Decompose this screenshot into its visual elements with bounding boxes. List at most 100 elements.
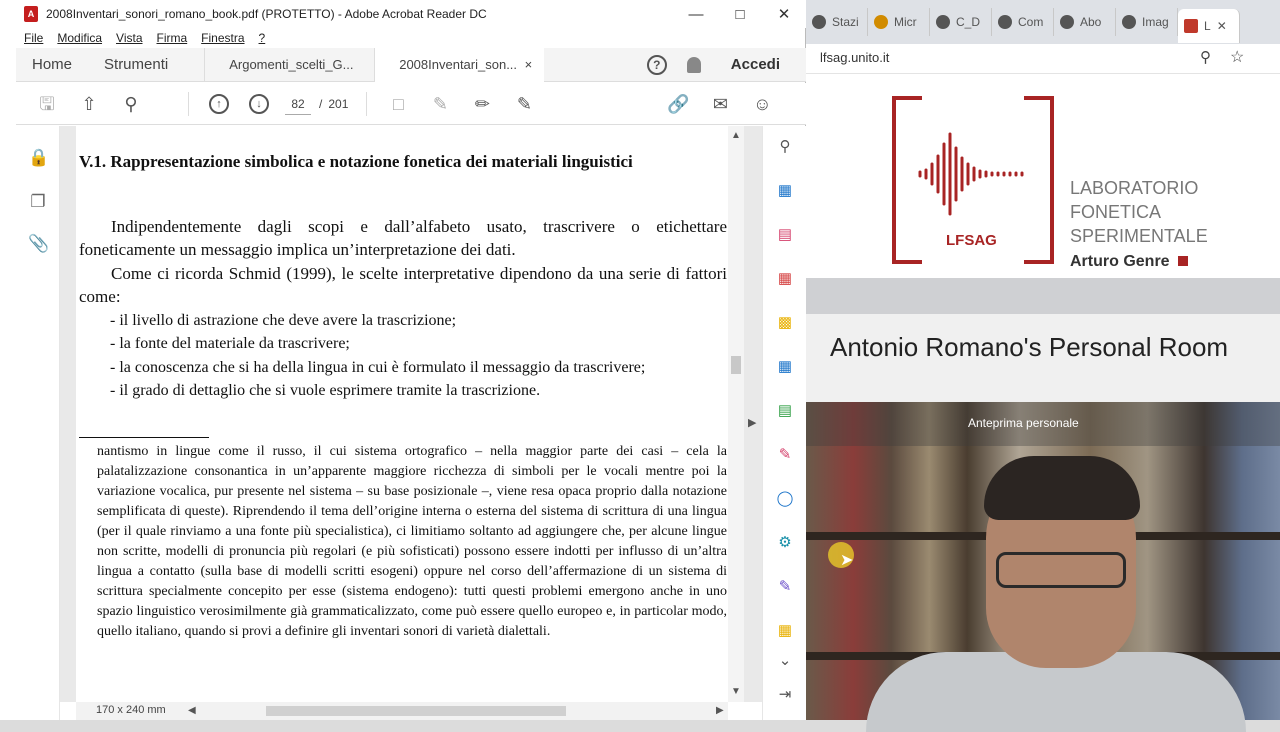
draw-icon[interactable]: ✏ <box>471 93 493 115</box>
prev-page-icon[interactable]: ↑ <box>209 93 229 114</box>
cloud-upload-icon[interactable]: ⇧ <box>78 93 100 115</box>
highlight-pen-icon[interactable]: ✎ <box>429 93 451 115</box>
scroll-down-icon[interactable]: ▼ <box>731 686 741 697</box>
lab-name-line: SPERIMENTALE <box>1070 226 1208 246</box>
browser-tab[interactable]: C_D <box>930 8 992 36</box>
browser-tab[interactable]: Stazi <box>806 8 868 36</box>
pdf-page: V.1. Rappresentazione simbolica e notazi… <box>76 126 742 702</box>
page-size-label: 170 x 240 mm <box>96 704 166 716</box>
maximize-icon[interactable]: □ <box>718 6 762 23</box>
scroll-right-icon[interactable]: ▶ <box>716 705 724 716</box>
address-bar[interactable]: lfsag.unito.it ⚲ ☆ <box>806 44 1280 74</box>
vertical-scrollbar[interactable]: ▲ ▼ <box>728 126 744 702</box>
logo-acronym: LFSAG <box>946 232 997 249</box>
window-title: 2008Inventari_sonori_romano_book.pdf (PR… <box>46 7 487 21</box>
export-pdf-icon[interactable]: ▦ <box>775 268 795 290</box>
tab-home[interactable]: Home <box>16 48 88 82</box>
acrobat-tab-bar: Home Strumenti Argomenti_scelti_G... 200… <box>16 47 806 82</box>
pages-icon[interactable]: ❐ <box>28 192 48 214</box>
acrobat-window: A 2008Inventari_sonori_romano_book.pdf (… <box>0 0 806 720</box>
footnote-rule <box>79 437 209 438</box>
url-text[interactable]: lfsag.unito.it <box>820 50 889 65</box>
zoom-search-icon[interactable]: ⚲ <box>120 93 142 115</box>
video-caption: Anteprima personale <box>968 416 1079 430</box>
bullet-item: - la fonte del materiale da trascrivere; <box>110 335 350 352</box>
lab-name-line: FONETICA <box>1070 202 1162 222</box>
menu-bar: File Modifica Vista Firma Finestra ? <box>0 28 806 48</box>
send-track-icon[interactable]: ⚙ <box>775 532 795 554</box>
add-user-icon[interactable]: ☺ <box>751 93 773 115</box>
bell-icon[interactable] <box>686 56 701 73</box>
paragraph: Indipendentemente dagli scopi e dall’alf… <box>79 217 727 259</box>
section-heading: V.1. Rappresentazione simbolica e notazi… <box>79 152 633 171</box>
page-separator: / <box>319 96 323 111</box>
room-title-bar: Antonio Romano's Personal Room <box>806 314 1280 402</box>
scan-icon[interactable]: ▤ <box>775 400 795 422</box>
pdf-app-icon: A <box>24 6 38 22</box>
collapse-right-icon[interactable]: ▶ <box>748 416 756 429</box>
horizontal-scroll-thumb[interactable] <box>266 706 566 716</box>
tools-panel: ⚲ ▦ ▤ ▦ ▩ ▦ ▤ ✎ ◯ ⚙ ✎ ▦ ⌄ ⇥ <box>762 126 806 720</box>
menu-file[interactable]: File <box>24 31 43 45</box>
zoom-icon[interactable]: ⚲ <box>1200 48 1211 66</box>
browser-tab-label: Stazi <box>832 15 859 29</box>
tab-tools[interactable]: Strumenti <box>88 48 184 82</box>
browser-tab[interactable]: Abo <box>1054 8 1116 36</box>
lab-name-genre: Arturo Genre <box>1070 253 1170 270</box>
browser-tab[interactable]: Imag <box>1116 8 1178 36</box>
page-number-input[interactable]: 82 <box>285 93 311 115</box>
browser-tab-active[interactable]: L ✕ <box>1178 9 1240 43</box>
menu-modifica[interactable]: Modifica <box>57 31 102 45</box>
bullet-item: - il livello di astrazione che deve aver… <box>110 312 457 329</box>
organize-pages-icon[interactable]: ▤ <box>775 224 795 246</box>
microsoft-favicon-icon <box>874 15 888 29</box>
help-icon[interactable]: ? <box>646 54 667 75</box>
next-page-icon[interactable]: ↓ <box>249 93 269 114</box>
attachment-icon[interactable]: 📎 <box>28 234 49 256</box>
minimize-icon[interactable]: — <box>674 6 718 23</box>
footnote-text: nantismo in lingue come il russo, il cui… <box>97 444 727 639</box>
document-viewport: V.1. Rappresentazione simbolica e notazi… <box>60 126 762 702</box>
browser-window: Stazi Micr C_D Com Abo Imag L ✕ lfsag.uni… <box>806 0 1280 732</box>
share-link-icon[interactable]: 🔗 <box>667 93 689 115</box>
menu-help[interactable]: ? <box>259 31 266 45</box>
mail-icon[interactable]: ✉ <box>709 93 731 115</box>
close-icon[interactable]: ✕ <box>762 5 806 23</box>
save-icon[interactable]: 🖫 <box>36 93 58 115</box>
edit-pdf-icon[interactable]: ▦ <box>775 356 795 378</box>
menu-firma[interactable]: Firma <box>157 31 188 45</box>
mouse-cursor-icon: ➤ <box>840 552 854 569</box>
more-tools-icon[interactable]: ▦ <box>775 620 795 642</box>
lock-icon[interactable]: 🔒 <box>28 148 49 170</box>
tab-document-1-label: Argomenti_scelti_G... <box>229 56 354 72</box>
create-pdf-icon[interactable]: ▦ <box>775 180 795 202</box>
menu-vista[interactable]: Vista <box>116 31 142 45</box>
tab-document-2[interactable]: 2008Inventari_son... × <box>374 47 545 82</box>
protect-icon[interactable]: ◯ <box>775 488 795 510</box>
scroll-thumb[interactable] <box>731 356 741 374</box>
tab-document-1[interactable]: Argomenti_scelti_G... <box>204 47 374 82</box>
scroll-up-icon[interactable]: ▲ <box>731 130 741 141</box>
browser-tab[interactable]: Com <box>992 8 1054 36</box>
comment-tool-icon[interactable]: ▩ <box>775 312 795 334</box>
browser-tab[interactable]: Micr <box>868 8 930 36</box>
page-favicon-icon <box>812 15 826 29</box>
page-total: 201 <box>328 96 349 111</box>
menu-finestra[interactable]: Finestra <box>201 31 244 45</box>
browser-tab-label: L <box>1204 19 1211 33</box>
signature-icon[interactable]: ✎ <box>775 576 795 598</box>
login-button[interactable]: Accedi <box>731 56 780 73</box>
fill-sign-icon[interactable]: ✎ <box>513 93 535 115</box>
close-tab-icon[interactable]: ✕ <box>1217 19 1227 33</box>
meeting-room: Antonio Romano's Personal Room Anteprima… <box>806 278 1280 732</box>
scroll-left-icon[interactable]: ◀ <box>188 705 196 716</box>
close-tab-icon[interactable]: × <box>525 48 533 82</box>
browser-tab-label: Micr <box>894 15 917 29</box>
collapse-panel-icon[interactable]: ⇥ <box>775 684 795 706</box>
bookmark-star-icon[interactable]: ☆ <box>1230 47 1244 67</box>
search-icon[interactable]: ⚲ <box>775 136 795 158</box>
comment-icon[interactable]: □ <box>387 93 409 115</box>
chevron-down-icon[interactable]: ⌄ <box>775 650 795 672</box>
video-caption-bar: Anteprima personale <box>806 402 1280 446</box>
fill-sign-tool-icon[interactable]: ✎ <box>775 444 795 466</box>
